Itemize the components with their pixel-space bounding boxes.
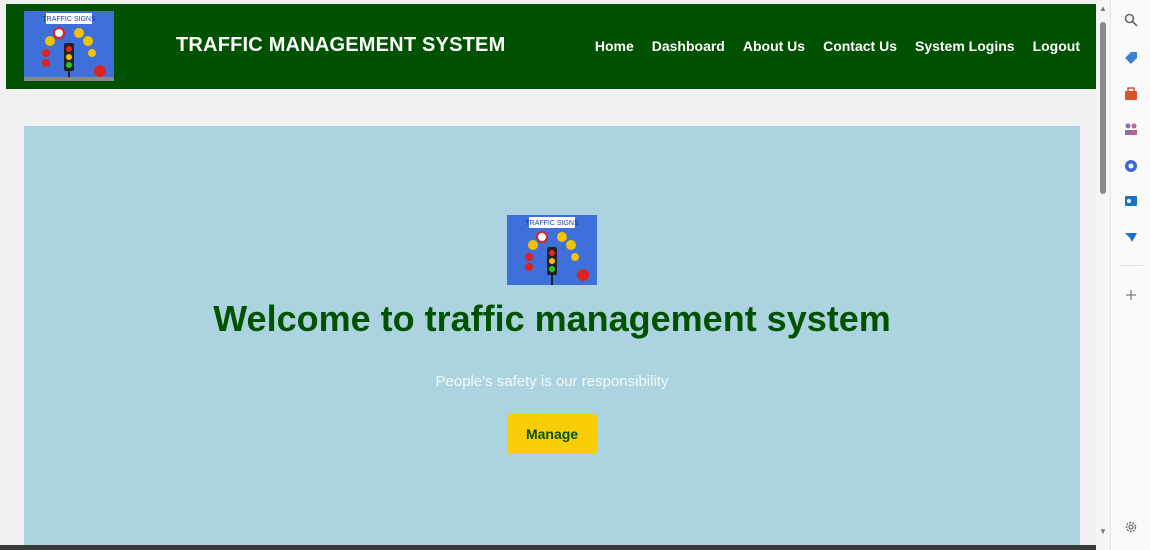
toolbox-icon[interactable] xyxy=(1121,84,1141,104)
site-title: TRAFFIC MANAGEMENT SYSTEM xyxy=(176,34,506,56)
navbar: TRAFFIC SIGNS TRAFFIC MANAGEMENT SYSTEM … xyxy=(6,4,1096,89)
add-icon[interactable] xyxy=(1121,285,1141,305)
traffic-logo: TRAFFIC SIGNS xyxy=(24,11,114,81)
taskbar-strip xyxy=(0,545,1096,550)
hero-section: TRAFFIC SIGNS Welcome to traffic managem… xyxy=(24,126,1080,550)
page-scrollbar[interactable]: ▲ ▼ xyxy=(1096,0,1110,550)
nav-dashboard[interactable]: Dashboard xyxy=(652,38,725,54)
browser-sidebar xyxy=(1110,0,1150,550)
settings-icon[interactable] xyxy=(1121,517,1141,537)
manage-button[interactable]: Manage xyxy=(507,414,597,454)
send-icon[interactable] xyxy=(1121,227,1141,247)
nav-logout[interactable]: Logout xyxy=(1033,38,1080,54)
hero-title: Welcome to traffic management system xyxy=(213,298,891,339)
hero-logo-text: TRAFFIC SIGNS xyxy=(525,220,579,227)
scroll-up-arrow-icon[interactable]: ▲ xyxy=(1099,4,1107,13)
scroll-thumb[interactable] xyxy=(1100,22,1106,194)
tag-icon[interactable] xyxy=(1121,48,1141,68)
hero-subtitle: People's safety is our responsibility xyxy=(435,373,669,390)
nav-contact-us[interactable]: Contact Us xyxy=(823,38,897,54)
nav-about-us[interactable]: About Us xyxy=(743,38,805,54)
office-icon[interactable] xyxy=(1121,156,1141,176)
nav-home[interactable]: Home xyxy=(595,38,634,54)
nav-menu: Home Dashboard About Us Contact Us Syste… xyxy=(595,38,1080,54)
search-icon[interactable] xyxy=(1121,10,1141,30)
logo-text: TRAFFIC SIGNS xyxy=(42,16,96,23)
outlook-icon[interactable] xyxy=(1121,191,1141,211)
hero-traffic-logo: TRAFFIC SIGNS xyxy=(507,215,597,285)
page: TRAFFIC SIGNS TRAFFIC MANAGEMENT SYSTEM … xyxy=(0,0,1096,550)
people-icon[interactable] xyxy=(1121,119,1141,139)
sidebar-divider xyxy=(1119,265,1143,266)
scroll-down-arrow-icon[interactable]: ▼ xyxy=(1099,527,1107,536)
nav-system-logins[interactable]: System Logins xyxy=(915,38,1015,54)
